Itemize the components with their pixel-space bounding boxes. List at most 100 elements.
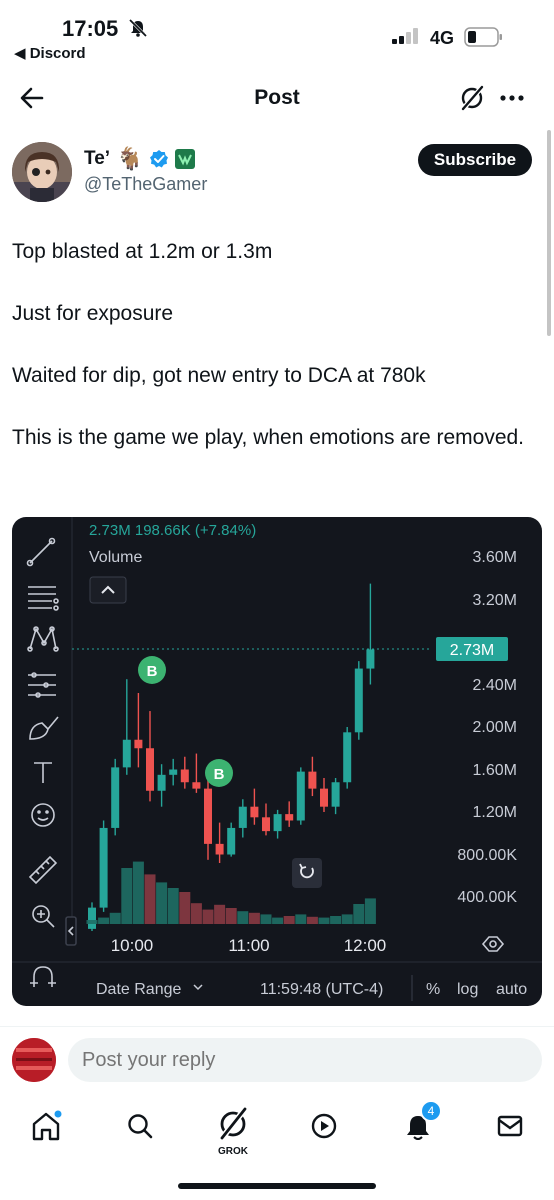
status-time: 17:05 <box>62 16 119 41</box>
divider <box>0 1026 554 1027</box>
magnet-icon[interactable] <box>30 966 56 987</box>
candle-body <box>308 771 317 789</box>
time-tick: 11:00 <box>228 936 269 955</box>
author-name-row[interactable]: Te’ 🐐 <box>84 146 196 172</box>
post-body: Top blasted at 1.2m or 1.3m Just for exp… <box>12 236 537 484</box>
grok-nav-item[interactable]: GROK <box>210 1104 256 1158</box>
volume-bar <box>109 912 121 924</box>
candle-body <box>134 739 143 749</box>
price-tick: 1.60M <box>473 762 517 779</box>
auto-toggle[interactable]: auto <box>496 981 527 998</box>
volume-bar <box>98 917 110 924</box>
candle-body <box>285 814 294 821</box>
candle-body <box>296 771 305 821</box>
grok-icon <box>219 1107 248 1140</box>
volume-bar <box>260 914 272 924</box>
post-header: Post <box>0 72 554 124</box>
video-icon[interactable] <box>302 1104 346 1148</box>
clock-label[interactable]: 11:59:48 (UTC-4) <box>260 981 383 998</box>
candle-body <box>111 767 120 828</box>
candle-body <box>238 806 247 828</box>
percent-toggle[interactable]: % <box>426 981 440 998</box>
author-name: Te’ <box>84 148 111 169</box>
candle-body <box>180 769 189 783</box>
zoom-in-icon[interactable] <box>32 905 55 928</box>
more-icon[interactable] <box>498 84 526 112</box>
volume-bar <box>121 868 133 924</box>
candle-body <box>215 843 224 855</box>
price-tick: 3.60M <box>473 549 517 566</box>
volume-bar <box>306 916 318 924</box>
status-bar: 17:05 ◀ Discord 4G <box>0 0 554 70</box>
reset-chart-button[interactable] <box>292 858 322 888</box>
candle-body <box>192 782 201 789</box>
verified-badge-icon <box>150 150 169 168</box>
candle-body <box>122 739 131 768</box>
brush-icon[interactable] <box>29 716 59 740</box>
author-avatar[interactable] <box>12 142 72 202</box>
buy-marker[interactable]: B <box>205 759 233 787</box>
forecast-icon[interactable] <box>28 672 56 698</box>
back-to-app-link[interactable]: ◀ Discord <box>14 44 86 62</box>
volume-bar <box>248 912 260 924</box>
author-handle[interactable]: @TeTheGamer <box>84 174 207 195</box>
buy-marker-label: B <box>147 663 158 680</box>
subscribe-button[interactable]: Subscribe <box>418 144 532 176</box>
post-paragraph: Waited for dip, got new entry to DCA at … <box>12 364 426 387</box>
collapse-toolbar-icon[interactable] <box>65 916 77 946</box>
volume-bar <box>364 898 376 924</box>
volume-bar <box>167 888 179 924</box>
volume-bar <box>237 911 249 924</box>
price-tick: 800.00K <box>457 847 517 864</box>
current-price-label: 2.73M <box>450 642 494 659</box>
volume-bar <box>156 882 168 924</box>
price-tick: 400.00K <box>457 889 517 906</box>
volume-label: Volume <box>89 549 142 566</box>
log-toggle[interactable]: log <box>457 981 478 998</box>
grok-icon[interactable] <box>458 84 486 112</box>
buy-marker[interactable]: B <box>138 656 166 684</box>
settings-icon[interactable] <box>481 936 505 952</box>
volume-bar <box>318 917 330 924</box>
volume-bar <box>353 904 365 924</box>
scrollbar[interactable] <box>547 130 551 336</box>
collapse-legend-button[interactable] <box>89 576 127 604</box>
candle-body <box>331 782 340 807</box>
volume-bar <box>144 874 156 924</box>
goat-emoji: 🐐 <box>116 146 144 171</box>
fib-icon[interactable] <box>28 586 59 611</box>
time-tick: 12:00 <box>344 936 387 955</box>
emoji-icon[interactable] <box>31 803 55 827</box>
date-range-button[interactable]: Date Range <box>96 981 181 998</box>
candle-body <box>88 907 96 929</box>
volume-bar <box>202 909 214 924</box>
candle-body <box>99 827 108 908</box>
post-paragraph: This is the game we play, when emotions … <box>12 426 525 449</box>
volume-bar <box>214 904 226 924</box>
messages-icon[interactable] <box>488 1104 532 1148</box>
network-type: 4G <box>430 28 455 48</box>
price-tick: 2.40M <box>473 677 517 694</box>
search-icon[interactable] <box>118 1104 162 1148</box>
bell-muted-icon <box>128 18 148 38</box>
signal-icon <box>392 28 418 44</box>
pattern-icon[interactable] <box>27 626 59 652</box>
volume-bars <box>86 861 376 924</box>
chevron-down-icon <box>193 984 203 991</box>
user-avatar[interactable] <box>12 1038 56 1082</box>
reply-input[interactable] <box>68 1038 542 1082</box>
notifications-nav-item[interactable]: 4 <box>396 1100 442 1148</box>
candle-body <box>262 817 270 832</box>
chart-image[interactable]: 2.73M 198.66K (+7.84%) Volume 3.60M 3.20… <box>12 517 542 1006</box>
text-icon[interactable] <box>34 762 52 783</box>
candle-body <box>227 827 236 855</box>
home-indicator <box>178 1183 376 1189</box>
trendline-icon[interactable] <box>26 537 56 567</box>
home-icon[interactable] <box>24 1104 68 1148</box>
volume-bar <box>179 892 191 924</box>
price-tick: 2.00M <box>473 719 517 736</box>
legend-price: 2.73M 198.66K (+7.84%) <box>89 522 256 539</box>
avatar-image <box>12 142 72 202</box>
price-chart: 2.73M 198.66K (+7.84%) Volume 3.60M 3.20… <box>12 517 542 1001</box>
ruler-icon[interactable] <box>28 855 58 885</box>
